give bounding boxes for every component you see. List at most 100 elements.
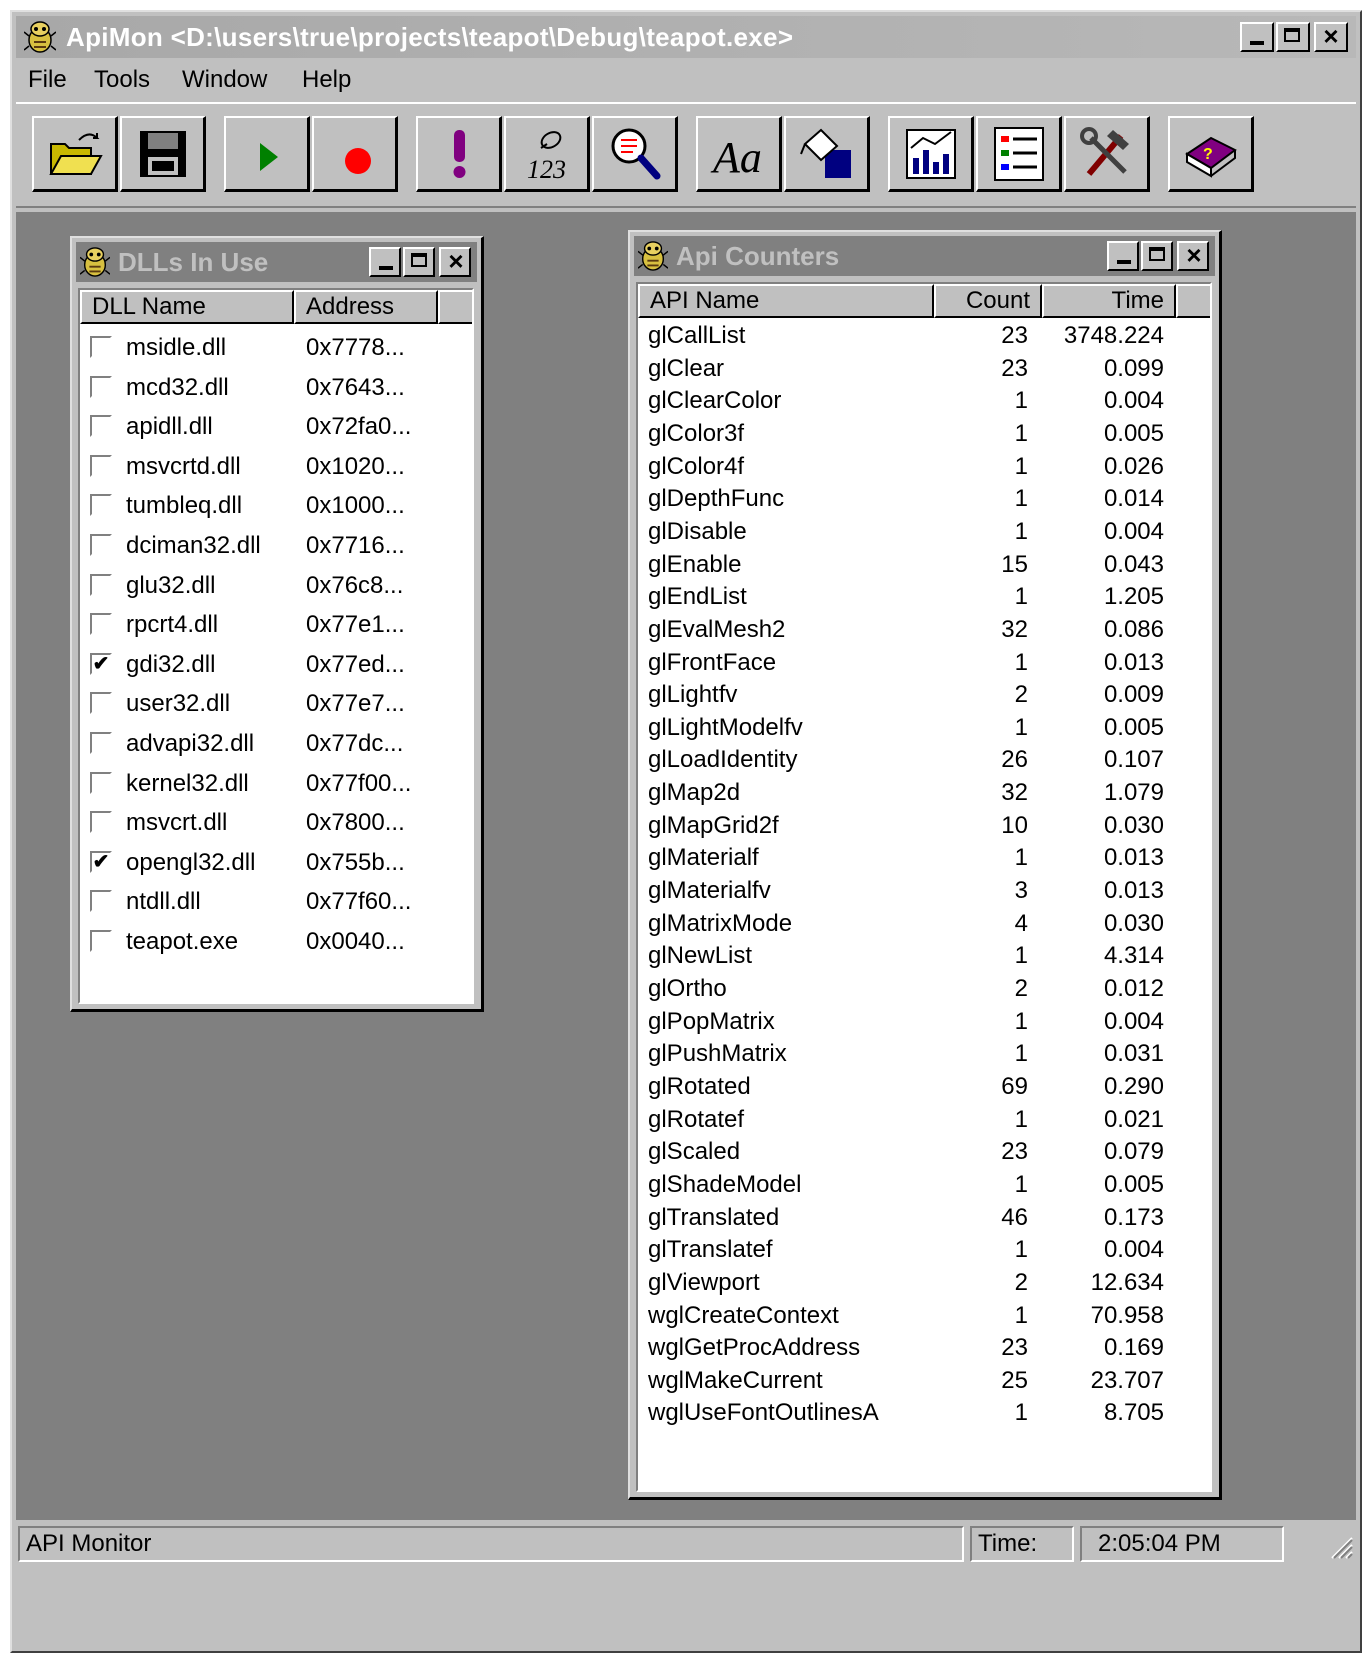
- address-column-header[interactable]: Address: [294, 290, 438, 324]
- dll-name-column-header[interactable]: DLL Name: [80, 290, 294, 324]
- table-row[interactable]: glViewport 2 12.634: [638, 1267, 1210, 1299]
- api-counter-list[interactable]: API Name Count Time glCallList 23 3748.224…: [636, 282, 1212, 1492]
- dll-checkbox[interactable]: [90, 336, 112, 358]
- table-row[interactable]: msidle.dll 0x7778...: [80, 330, 472, 366]
- dlls-maximize-button[interactable]: [403, 247, 435, 277]
- table-row[interactable]: glClear 23 0.099: [638, 353, 1210, 385]
- table-row[interactable]: rpcrt4.dll 0x77e1...: [80, 607, 472, 643]
- table-row[interactable]: teapot.exe 0x0040...: [80, 924, 472, 960]
- table-row[interactable]: msvcrt.dll 0x7800...: [80, 805, 472, 841]
- dll-list[interactable]: DLL Name Address msidle.dll 0x7778... mcd3…: [78, 288, 474, 1004]
- api-name-column-header[interactable]: API Name: [638, 284, 934, 318]
- table-row[interactable]: mcd32.dll 0x7643...: [80, 370, 472, 406]
- dll-checkbox[interactable]: [90, 534, 112, 556]
- dlls-window-title-bar[interactable]: DLLs In Use ×: [76, 242, 477, 282]
- dll-checkbox[interactable]: [90, 732, 112, 754]
- time-column-header[interactable]: Time: [1042, 284, 1176, 318]
- start-button[interactable]: [224, 116, 310, 192]
- table-row[interactable]: glEvalMesh2 32 0.086: [638, 614, 1210, 646]
- dll-checkbox[interactable]: [90, 454, 112, 477]
- table-row[interactable]: advapi32.dll 0x77dc...: [80, 726, 472, 762]
- dll-checkbox[interactable]: [90, 811, 112, 834]
- title-bar[interactable]: ApiMon <D:\users\true\projects\teapot\De…: [16, 16, 1356, 58]
- table-row[interactable]: glMaterialfv 3 0.013: [638, 875, 1210, 907]
- close-button[interactable]: ×: [1314, 22, 1348, 52]
- table-row[interactable]: glMapGrid2f 10 0.030: [638, 810, 1210, 842]
- save-button[interactable]: [120, 116, 206, 192]
- table-row[interactable]: glOrtho 2 0.012: [638, 973, 1210, 1005]
- table-row[interactable]: tumbleq.dll 0x1000...: [80, 488, 472, 524]
- table-row[interactable]: glDisable 1 0.004: [638, 516, 1210, 548]
- table-row[interactable]: wglGetProcAddress 23 0.169: [638, 1332, 1210, 1364]
- dll-checkbox[interactable]: [90, 415, 112, 438]
- table-row[interactable]: glMap2d 32 1.079: [638, 777, 1210, 809]
- table-row[interactable]: user32.dll 0x77e7...: [80, 686, 472, 722]
- font-button[interactable]: Aa: [696, 116, 782, 192]
- table-row[interactable]: glTranslated 46 0.173: [638, 1202, 1210, 1234]
- dlls-minimize-button[interactable]: [369, 247, 401, 277]
- table-row[interactable]: msvcrtd.dll 0x1020...: [80, 449, 472, 485]
- table-row[interactable]: ntdll.dll 0x77f60...: [80, 884, 472, 920]
- table-row[interactable]: glMatrixMode 4 0.030: [638, 908, 1210, 940]
- table-row[interactable]: wglMakeCurrent 25 23.707: [638, 1365, 1210, 1397]
- table-row[interactable]: glLightfv 2 0.009: [638, 679, 1210, 711]
- find-button[interactable]: [592, 116, 678, 192]
- api-maximize-button[interactable]: [1141, 241, 1173, 271]
- table-row[interactable]: wglCreateContext 1 70.958: [638, 1300, 1210, 1332]
- dll-checkbox[interactable]: [90, 494, 112, 517]
- table-row[interactable]: wglUseFontOutlinesA 1 8.705: [638, 1397, 1210, 1429]
- open-button[interactable]: [32, 116, 118, 192]
- table-row[interactable]: glNewList 1 4.314: [638, 940, 1210, 972]
- menu-file[interactable]: File: [28, 66, 67, 94]
- table-row[interactable]: glEndList 1 1.205: [638, 581, 1210, 613]
- menu-help[interactable]: Help: [302, 66, 351, 94]
- dll-checkbox[interactable]: ✔: [90, 652, 112, 675]
- size-grip-icon[interactable]: [1326, 1532, 1354, 1560]
- graph-button[interactable]: [888, 116, 974, 192]
- dll-checkbox[interactable]: [90, 771, 112, 794]
- dll-checkbox[interactable]: [90, 613, 112, 636]
- dll-checkbox[interactable]: [90, 375, 112, 398]
- menu-window[interactable]: Window: [182, 66, 267, 94]
- table-row[interactable]: glPushMatrix 1 0.031: [638, 1038, 1210, 1070]
- list-button[interactable]: [976, 116, 1062, 192]
- table-row[interactable]: glPopMatrix 1 0.004: [638, 1006, 1210, 1038]
- count-column-header[interactable]: Count: [934, 284, 1042, 318]
- table-row[interactable]: glu32.dll 0x76c8...: [80, 568, 472, 604]
- table-row[interactable]: glRotated 69 0.290: [638, 1071, 1210, 1103]
- table-row[interactable]: glColor4f 1 0.026: [638, 451, 1210, 483]
- dll-checkbox[interactable]: [90, 573, 112, 596]
- table-row[interactable]: ✔ opengl32.dll 0x755b...: [80, 845, 472, 881]
- table-row[interactable]: ✔ gdi32.dll 0x77ed...: [80, 647, 472, 683]
- dll-checkbox[interactable]: ✔: [90, 850, 112, 873]
- table-row[interactable]: glMaterialf 1 0.013: [638, 842, 1210, 874]
- color-button[interactable]: [784, 116, 870, 192]
- table-row[interactable]: glLoadIdentity 26 0.107: [638, 744, 1210, 776]
- api-minimize-button[interactable]: [1107, 241, 1139, 271]
- dlls-close-button[interactable]: ×: [439, 247, 471, 277]
- dll-checkbox[interactable]: [90, 930, 112, 952]
- table-row[interactable]: kernel32.dll 0x77f00...: [80, 766, 472, 802]
- tools-button[interactable]: [1064, 116, 1150, 192]
- table-row[interactable]: glColor3f 1 0.005: [638, 418, 1210, 450]
- table-row[interactable]: glClearColor 1 0.004: [638, 385, 1210, 417]
- table-row[interactable]: apidll.dll 0x72fa0...: [80, 409, 472, 445]
- table-row[interactable]: glDepthFunc 1 0.014: [638, 483, 1210, 515]
- table-row[interactable]: glTranslatef 1 0.004: [638, 1234, 1210, 1266]
- help-button[interactable]: ?: [1168, 116, 1254, 192]
- menu-tools[interactable]: Tools: [94, 66, 150, 94]
- minimize-button[interactable]: [1240, 22, 1274, 52]
- table-row[interactable]: glFrontFace 1 0.013: [638, 647, 1210, 679]
- table-row[interactable]: glRotatef 1 0.021: [638, 1104, 1210, 1136]
- table-row[interactable]: glLightModelfv 1 0.005: [638, 712, 1210, 744]
- api-window-title-bar[interactable]: Api Counters ×: [634, 236, 1215, 276]
- api-close-button[interactable]: ×: [1177, 241, 1209, 271]
- record-button[interactable]: [312, 116, 398, 192]
- table-row[interactable]: glCallList 23 3748.224: [638, 320, 1210, 352]
- alert-button[interactable]: [416, 116, 502, 192]
- maximize-button[interactable]: [1276, 22, 1310, 52]
- table-row[interactable]: glEnable 15 0.043: [638, 549, 1210, 581]
- table-row[interactable]: glShadeModel 1 0.005: [638, 1169, 1210, 1201]
- table-row[interactable]: glScaled 23 0.079: [638, 1136, 1210, 1168]
- dll-checkbox[interactable]: [90, 890, 112, 913]
